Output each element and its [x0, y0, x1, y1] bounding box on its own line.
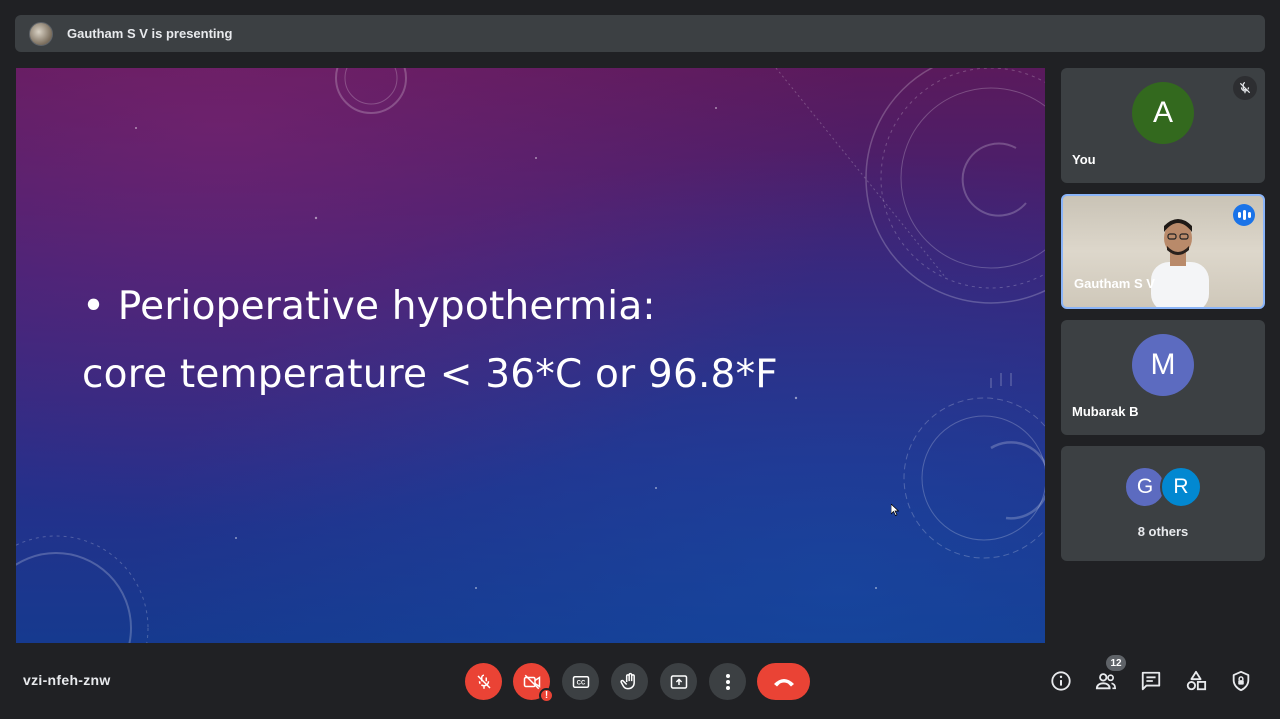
present-now-button[interactable] [660, 663, 697, 700]
muted-mic-icon [1233, 76, 1257, 100]
more-options-button[interactable] [709, 663, 746, 700]
activities-button[interactable] [1184, 669, 1208, 693]
mic-off-icon [476, 674, 491, 689]
camera-toggle-button[interactable]: ! [513, 663, 554, 703]
participant-name: You [1072, 152, 1096, 167]
mic-toggle-button[interactable] [465, 663, 502, 700]
people-icon [1095, 673, 1116, 690]
others-avatars: G R [1124, 466, 1204, 510]
chat-icon [1141, 671, 1161, 691]
participant-name: Mubarak B [1072, 404, 1139, 419]
participant-name: Gautham S V [1074, 276, 1155, 291]
participant-tile-mubarak[interactable]: M Mubarak B [1061, 320, 1265, 435]
participant-video [1151, 219, 1209, 307]
shield-lock-icon [1232, 670, 1250, 692]
meeting-code: vzi-nfeh-znw [23, 672, 111, 688]
camera-alert-badge: ! [539, 688, 554, 703]
slide-definition-line: core temperature < 36*C or 96.8*F [82, 352, 778, 397]
slide-bullet-line: • Perioperative hypothermia: [82, 284, 656, 329]
avatar: R [1160, 466, 1202, 508]
captions-button[interactable]: CC [562, 663, 599, 700]
presenter-avatar [29, 21, 53, 46]
participant-tile-you[interactable]: A You [1061, 68, 1265, 183]
raise-hand-icon [619, 672, 635, 689]
slide-content: • Perioperative hypothermia: core temper… [82, 273, 778, 409]
host-controls-button[interactable] [1229, 669, 1253, 693]
activities-icon [1186, 670, 1207, 691]
shared-screen: • Perioperative hypothermia: core temper… [16, 68, 1045, 643]
speaking-indicator-icon [1233, 204, 1255, 226]
info-icon [1051, 671, 1071, 691]
participant-tile-gautham[interactable]: Gautham S V [1061, 194, 1265, 309]
meeting-details-button[interactable] [1049, 669, 1073, 693]
presenting-text: Gautham S V is presenting [67, 26, 233, 41]
svg-text:CC: CC [576, 680, 585, 686]
chat-button[interactable] [1139, 669, 1163, 693]
people-button[interactable] [1094, 669, 1118, 693]
present-icon [670, 674, 687, 689]
mouse-cursor-icon [891, 504, 899, 516]
more-icon [725, 673, 730, 690]
others-count-label: 8 others [1137, 524, 1189, 539]
avatar: A [1132, 82, 1194, 144]
raise-hand-button[interactable] [611, 663, 648, 700]
people-count-badge: 12 [1106, 655, 1126, 671]
presenting-banner: Gautham S V is presenting [15, 15, 1265, 52]
captions-icon: CC [572, 675, 589, 688]
camera-off-icon [523, 674, 540, 689]
leave-call-button[interactable] [757, 663, 810, 700]
end-call-icon [773, 678, 794, 686]
avatar: M [1132, 334, 1194, 396]
others-tile[interactable]: G R 8 others [1061, 446, 1265, 561]
